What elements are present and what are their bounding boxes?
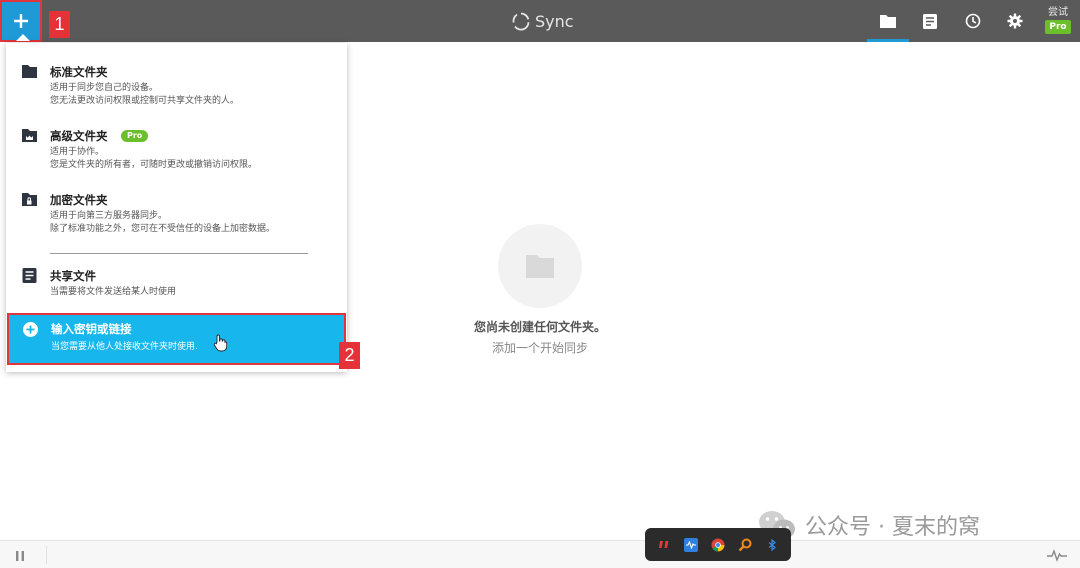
- hand-cursor-icon: [213, 334, 227, 352]
- pro-badge: Pro: [121, 130, 149, 142]
- app-brand: Sync: [511, 10, 574, 32]
- sync-logo-icon: [512, 12, 530, 31]
- menu-item-desc: 除了标准功能之外，您可在不受信任的设备上加密数据。: [50, 224, 276, 234]
- folder-icon: [880, 15, 896, 28]
- bluetooth-icon[interactable]: [764, 537, 780, 553]
- share-file-icon: [22, 268, 37, 283]
- gear-icon: [1007, 13, 1023, 29]
- plus-icon: [14, 14, 28, 28]
- pause-icon[interactable]: [12, 549, 28, 563]
- try-pro-button[interactable]: 尝试 Pro: [1040, 6, 1076, 36]
- quote-app-icon[interactable]: [656, 537, 672, 553]
- menu-item-desc: 您是文件夹的所有者，可随时更改或撤销访问权限。: [50, 160, 258, 170]
- add-folder-menu: 标准文件夹 适用于同步您自己的设备。 您无法更改访问权限或控制可共享文件夹的人。…: [6, 43, 347, 372]
- empty-state-subtitle: 添加一个开始同步: [491, 341, 588, 355]
- add-circle-icon: [23, 322, 38, 337]
- sound-app-icon[interactable]: [683, 537, 699, 553]
- menu-item-title: 输入密钥或链接: [51, 322, 132, 336]
- advanced-folder-icon: [22, 129, 37, 142]
- menu-item-desc: 您无法更改访问权限或控制可共享文件夹的人。: [50, 96, 240, 106]
- menu-item-title: 加密文件夹: [50, 193, 108, 207]
- menu-item-title: 共享文件: [50, 269, 96, 283]
- pro-badge: Pro: [1045, 20, 1071, 34]
- status-divider: [46, 546, 47, 564]
- top-bar: 1 Sync 尝试 Pro: [0, 0, 1080, 42]
- menu-item-advanced-folder[interactable]: 高级文件夹 Pro 适用于协作。 您是文件夹的所有者，可随时更改或撤销访问权限。: [6, 127, 347, 175]
- add-folder-button[interactable]: [0, 0, 42, 42]
- try-label: 尝试: [1048, 7, 1068, 18]
- folder-icon: [526, 255, 554, 278]
- menu-item-encrypted-folder[interactable]: 加密文件夹 适用于向第三方服务器同步。 除了标准功能之外，您可在不受信任的设备上…: [6, 191, 347, 239]
- menu-item-title: 标准文件夹: [50, 65, 108, 79]
- annotation-callout-1: 1: [49, 11, 70, 38]
- settings-button[interactable]: [994, 0, 1036, 42]
- menu-item-desc: 当需要将文件发送给某人时使用: [50, 287, 177, 297]
- annotation-callout-2: 2: [339, 342, 360, 369]
- menu-item-desc: 当您需要从他人处接收文件夹时使用.: [51, 342, 198, 352]
- empty-state-title: 您尚未创建任何文件夹。: [473, 320, 606, 334]
- folders-view-button[interactable]: [867, 0, 909, 42]
- chrome-icon[interactable]: [710, 537, 726, 553]
- menu-divider: [50, 253, 308, 254]
- folder-icon: [22, 65, 37, 78]
- encrypted-folder-icon: [22, 193, 37, 206]
- document-icon: [923, 13, 937, 29]
- menu-item-standard-folder[interactable]: 标准文件夹 适用于同步您自己的设备。 您无法更改访问权限或控制可共享文件夹的人。: [6, 63, 347, 111]
- history-icon: [965, 13, 981, 29]
- menu-item-title: 高级文件夹: [50, 129, 108, 143]
- files-view-button[interactable]: [909, 0, 951, 42]
- menu-item-desc: 适用于同步您自己的设备。: [50, 83, 159, 93]
- menu-item-desc: 适用于向第三方服务器同步。: [50, 211, 168, 221]
- history-button[interactable]: [952, 0, 994, 42]
- app-name: Sync: [535, 11, 574, 31]
- activity-icon[interactable]: [1046, 547, 1068, 563]
- menu-item-desc: 适用于协作。: [50, 147, 105, 157]
- system-tray-popup: [645, 528, 791, 561]
- empty-state-illustration: [498, 224, 582, 308]
- menu-item-share-file[interactable]: 共享文件 当需要将文件发送给某人时使用: [6, 267, 347, 303]
- watermark-text: 公众号 · 夏末的窝: [805, 515, 980, 540]
- search-app-icon[interactable]: [737, 537, 753, 553]
- status-bar: [0, 540, 1080, 568]
- menu-item-enter-key-or-link[interactable]: 输入密钥或链接 当您需要从他人处接收文件夹时使用.: [7, 313, 346, 365]
- dropdown-pointer: [16, 34, 30, 41]
